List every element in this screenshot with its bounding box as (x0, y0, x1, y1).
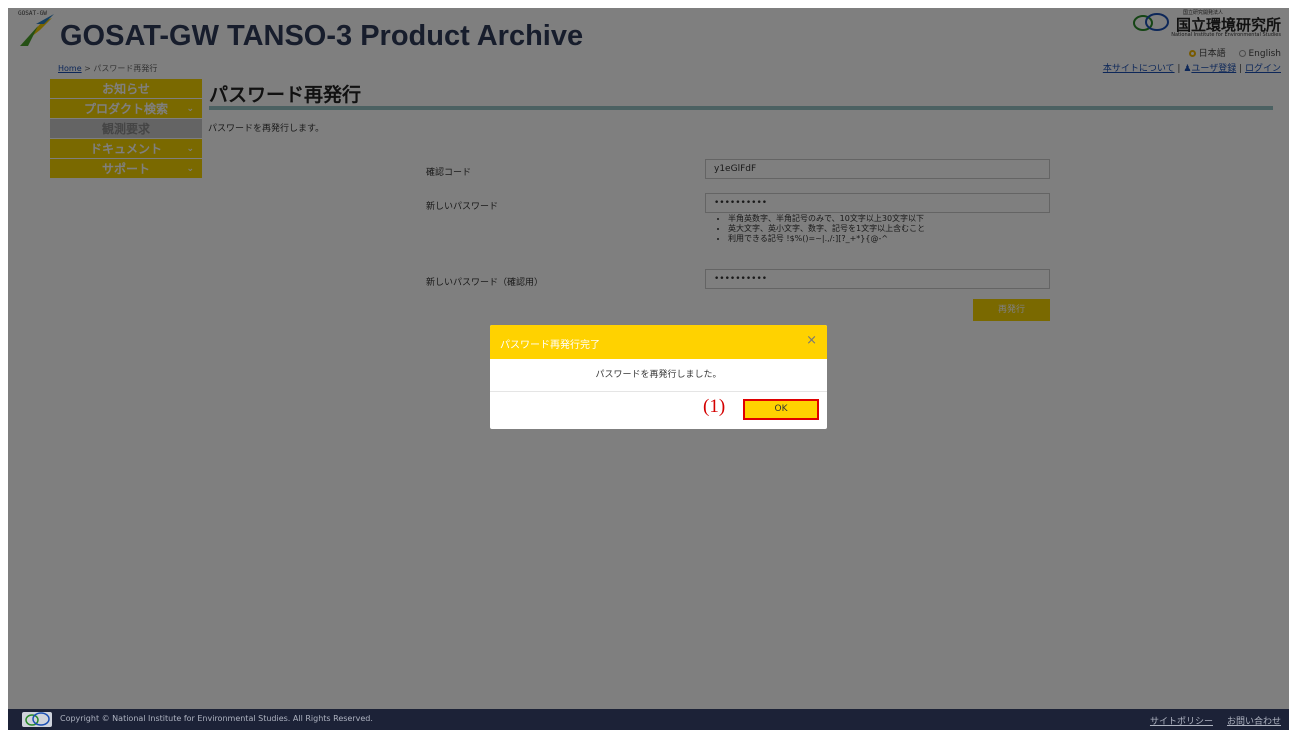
copyright-text: Copyright © National Institute for Envir… (60, 714, 373, 723)
site-policy-link[interactable]: サイトポリシー (1150, 717, 1213, 727)
completion-dialog: パスワード再発行完了 × パスワードを再発行しました。 (1) OK (490, 325, 827, 429)
dialog-footer: (1) OK (490, 392, 827, 429)
footer: Copyright © National Institute for Envir… (8, 709, 1289, 730)
footer-links: サイトポリシー お問い合わせ (1136, 714, 1281, 727)
nies-footer-logo-icon (22, 712, 52, 727)
dialog-title: パスワード再発行完了 (500, 340, 600, 351)
dialog-header: パスワード再発行完了 × (490, 325, 827, 359)
dialog-message: パスワードを再発行しました。 (490, 359, 827, 392)
close-icon[interactable]: × (806, 334, 817, 348)
page: GOSAT-GW GOSAT-GW TANSO-3 Product Archiv… (8, 8, 1289, 730)
step-annotation: (1) (703, 396, 726, 417)
ok-button[interactable]: OK (743, 399, 819, 420)
contact-link[interactable]: お問い合わせ (1227, 717, 1281, 727)
